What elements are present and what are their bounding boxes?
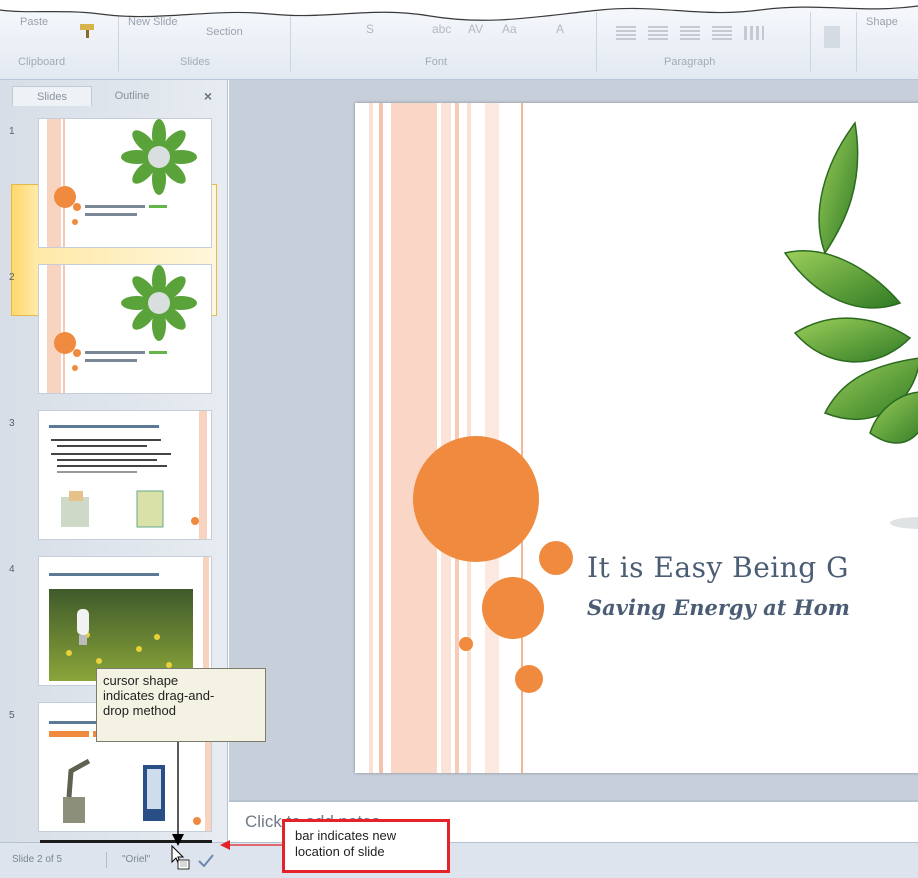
group-label-font: Font [425,56,448,68]
group-label-paragraph: Paragraph [664,56,716,68]
tab-slides[interactable]: Slides [12,86,92,106]
torn-paper-edge [0,0,918,21]
status-divider [106,852,107,868]
slide-number: 1 [9,126,15,137]
slide-thumbnail-1[interactable] [38,118,212,248]
cursor-callout-line: indicates drag-and- [103,688,215,703]
bar-callout-line: location of slide [295,844,385,859]
current-slide[interactable]: It is Easy Being G Saving Energy at Hom [355,103,918,773]
bar-callout: bar indicates new location of slide [282,819,450,873]
powerpoint-window: Paste New Slide Section S abc AV Aa A Sh… [0,0,918,878]
spell-check-icon[interactable] [198,853,214,868]
cursor-callout-line: cursor shape [103,673,179,688]
bar-callout-line: bar indicates new [295,828,397,843]
slide-position-indicator: Slide 2 of 5 [12,854,63,865]
slide-subtitle[interactable]: Saving Energy at Hom [587,595,850,620]
status-bar: Slide 2 of 5 "Oriel" [0,842,918,878]
cursor-callout-line: drop method [103,703,176,718]
close-pane-icon[interactable]: × [200,86,216,106]
tab-outline[interactable]: Outline [96,86,168,106]
pane-tabs: Slides Outline × [8,84,224,106]
cursor-callout: cursor shape indicates drag-and- drop me… [96,668,266,742]
slide-thumbnail-2[interactable] [38,264,212,394]
slide-thumbnail-3[interactable] [38,410,212,540]
theme-name: "Oriel" [122,854,151,865]
slide-title[interactable]: It is Easy Being G [587,551,849,584]
slide-thumbnail-4[interactable] [38,556,212,686]
group-label-clipboard: Clipboard [18,56,66,68]
slide-number: 5 [9,710,15,721]
group-label-slides: Slides [180,56,210,68]
slide-number: 3 [9,418,15,429]
slide-number: 4 [9,564,15,575]
slide-number: 2 [9,272,15,283]
